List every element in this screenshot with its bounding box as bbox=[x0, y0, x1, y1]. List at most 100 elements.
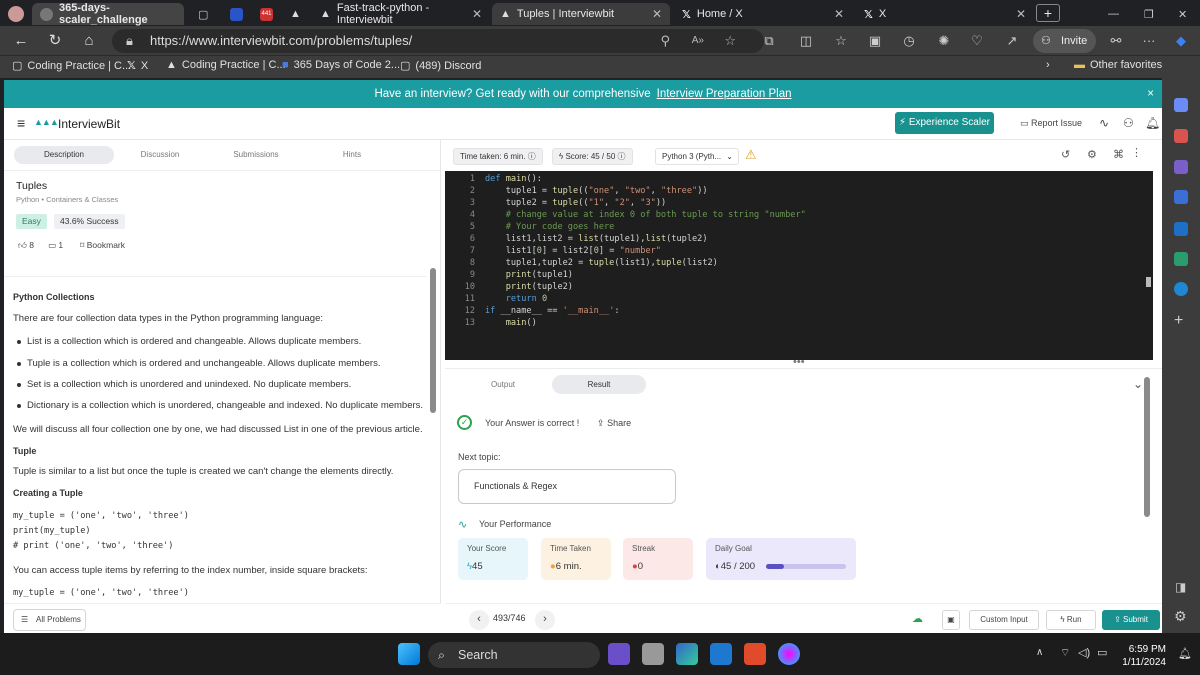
notification-bell-icon[interactable]: 🔔︎ bbox=[1145, 116, 1160, 130]
settings-icon[interactable]: ⚙ bbox=[1174, 608, 1187, 625]
tab-submissions[interactable]: Submissions bbox=[216, 146, 296, 164]
taskbar-search[interactable]: ⌕ Search bbox=[428, 642, 600, 668]
tab-home-x[interactable]: 𝕏 Home / X ✕ bbox=[674, 3, 852, 25]
read-aloud-icon[interactable]: A» bbox=[692, 29, 704, 53]
tab-result[interactable]: Result bbox=[552, 375, 646, 394]
windows-start-icon[interactable] bbox=[398, 643, 420, 665]
tab-hints[interactable]: Hints bbox=[322, 146, 382, 164]
tab-output[interactable]: Output bbox=[469, 375, 537, 394]
profile-icon[interactable]: ⚇ bbox=[1123, 116, 1134, 130]
tab-group[interactable]: 365-days-scaler_challenge bbox=[32, 2, 184, 26]
invite-button[interactable]: ⚇ Invite bbox=[1033, 29, 1096, 53]
sidebar-app-icon[interactable] bbox=[1174, 252, 1188, 266]
interview-prep-link[interactable]: Interview Preparation Plan bbox=[657, 88, 792, 100]
hamburger-menu-icon[interactable]: ≡ bbox=[17, 115, 25, 131]
back-icon[interactable]: ← bbox=[12, 32, 30, 50]
zoom-icon[interactable]: ⚲ bbox=[660, 29, 670, 53]
experience-scaler-button[interactable]: ⚡ Experience Scaler bbox=[895, 112, 994, 134]
reset-icon[interactable]: ↺ bbox=[1061, 148, 1070, 161]
sidebar-app-icon[interactable] bbox=[1174, 190, 1188, 204]
tab-close-icon[interactable]: ✕ bbox=[834, 7, 844, 21]
left-scrollbar[interactable] bbox=[430, 268, 436, 413]
activity-icon[interactable]: ∿ bbox=[1099, 116, 1109, 130]
vscode-icon[interactable] bbox=[710, 643, 732, 665]
profile-avatar[interactable] bbox=[0, 3, 30, 25]
profile-switch-icon[interactable]: ⚯ bbox=[1107, 32, 1125, 50]
banner-close-icon[interactable]: × bbox=[1147, 80, 1154, 108]
tab-pinned-badge[interactable]: 441 bbox=[252, 3, 278, 25]
bookmark-button[interactable]: ⌑ Bookmark bbox=[80, 240, 125, 251]
tab-close-icon[interactable]: ✕ bbox=[1016, 7, 1026, 21]
maximize-icon[interactable]: ❐ bbox=[1136, 3, 1162, 25]
result-scrollbar[interactable] bbox=[1144, 377, 1150, 517]
notification-icon[interactable]: 🔔︎ bbox=[1178, 647, 1192, 660]
sidebar-app-icon[interactable] bbox=[1174, 160, 1188, 174]
system-clock[interactable]: 6:59 PM 1/11/2024 bbox=[1118, 643, 1166, 669]
bookmark-item[interactable]: ▲ Coding Practice | C... bbox=[166, 59, 286, 71]
new-tab-button[interactable]: + bbox=[1036, 4, 1060, 22]
tab-fast-track-python[interactable]: ▲ Fast-track-python - Interviewbit ✕ bbox=[312, 2, 490, 26]
split-screen-icon[interactable]: ◫ bbox=[797, 32, 815, 50]
extensions-icon[interactable]: ⧉ bbox=[760, 32, 778, 50]
submit-button[interactable]: ⇪ Submit bbox=[1102, 610, 1160, 630]
sidebar-app-icon[interactable] bbox=[1174, 98, 1188, 112]
copilot-icon[interactable]: ◆ bbox=[1172, 32, 1190, 50]
bookmark-item[interactable]: ▢ Coding Practice | C... bbox=[12, 59, 131, 73]
volume-icon[interactable]: ◁) bbox=[1078, 646, 1090, 659]
other-favorites[interactable]: ▬ Other favorites bbox=[1074, 59, 1162, 71]
settings-icon[interactable]: ⚙ bbox=[1087, 148, 1097, 161]
next-topic-card[interactable]: Functionals & Regex bbox=[458, 469, 676, 504]
share-button[interactable]: ⇪ Share bbox=[597, 418, 631, 429]
bookmarks-overflow-icon[interactable]: › bbox=[1046, 59, 1050, 71]
more-menu-icon[interactable]: ··· bbox=[1140, 32, 1158, 50]
collections-icon[interactable]: ▣ bbox=[866, 32, 884, 50]
wifi-icon[interactable]: ⌔ bbox=[1060, 646, 1070, 660]
bookmark-item[interactable]: ■ 365 Days of Code 2... bbox=[282, 59, 400, 71]
all-problems-button[interactable]: ☰ All Problems bbox=[13, 609, 86, 631]
bookmark-item[interactable]: 𝕏X bbox=[127, 59, 148, 73]
favorites-icon[interactable]: ☆ bbox=[832, 32, 850, 50]
tray-chevron-icon[interactable]: ∧ bbox=[1036, 647, 1043, 658]
tab-tuples[interactable]: ▲ Tuples | Interviewbit ✕ bbox=[492, 3, 670, 25]
favorite-star-icon[interactable]: ☆ bbox=[724, 29, 736, 53]
tab-discussion[interactable]: Discussion bbox=[122, 146, 198, 164]
pinned-app-icon[interactable] bbox=[608, 643, 630, 665]
battery-icon[interactable]: ▭ bbox=[1097, 646, 1107, 659]
drag-handle-icon[interactable]: ••• bbox=[793, 356, 805, 368]
like-button[interactable]: 👍︎ 8 bbox=[18, 240, 34, 251]
language-select[interactable]: Python 3 (Pyth... ⌄ bbox=[655, 148, 739, 165]
tab-pinned[interactable] bbox=[222, 3, 248, 25]
bookmark-item[interactable]: ▢ (489) Discord bbox=[400, 59, 481, 73]
tab-description[interactable]: Description bbox=[14, 146, 114, 164]
home-icon[interactable]: ⌂ bbox=[80, 32, 98, 50]
share-icon[interactable]: ↗ bbox=[1003, 32, 1021, 50]
minimize-icon[interactable]: — bbox=[1100, 3, 1127, 25]
tab-close-icon[interactable]: ✕ bbox=[652, 7, 662, 21]
prev-problem-button[interactable]: ‹ bbox=[469, 610, 489, 630]
refresh-icon[interactable]: ↻ bbox=[46, 32, 64, 50]
console-icon[interactable]: ▣ bbox=[942, 610, 960, 630]
site-logo[interactable]: InterviewBit bbox=[58, 117, 120, 131]
report-issue-link[interactable]: ▭ Report Issue bbox=[1020, 118, 1082, 129]
next-problem-button[interactable]: › bbox=[535, 610, 555, 630]
tab-x[interactable]: 𝕏 X ✕ bbox=[856, 3, 1034, 25]
figma-icon[interactable] bbox=[744, 643, 766, 665]
code-editor[interactable]: 1 2 3 4 5 6 7 8 9 10 11 12 13 def main()… bbox=[445, 171, 1153, 360]
sidebar-toggle-icon[interactable]: ◨ bbox=[1175, 580, 1186, 594]
comments-button[interactable]: ▭ 1 bbox=[48, 240, 63, 251]
shortcuts-icon[interactable]: ⌘ bbox=[1113, 148, 1124, 161]
tab-actions-icon[interactable]: ▢ bbox=[190, 3, 216, 25]
panel-resizer[interactable]: ••• bbox=[445, 356, 1162, 369]
sidebar-app-icon[interactable] bbox=[1174, 129, 1188, 143]
history-icon[interactable]: ◷ bbox=[900, 32, 918, 50]
collapse-chevron-icon[interactable]: ⌄ bbox=[1133, 377, 1143, 391]
warning-icon[interactable]: ⚠ bbox=[745, 147, 757, 163]
url-field[interactable]: 🔒︎ https://www.interviewbit.com/problems… bbox=[112, 29, 764, 53]
sidebar-app-icon[interactable] bbox=[1174, 282, 1188, 296]
tab-close-icon[interactable]: ✕ bbox=[472, 7, 482, 21]
more-options-icon[interactable]: ⋮ bbox=[1131, 146, 1142, 159]
file-explorer-icon[interactable] bbox=[642, 643, 664, 665]
add-sidebar-app-icon[interactable]: + bbox=[1174, 312, 1183, 330]
edge-icon[interactable] bbox=[676, 643, 698, 665]
pinned-app-icon[interactable] bbox=[778, 643, 800, 665]
